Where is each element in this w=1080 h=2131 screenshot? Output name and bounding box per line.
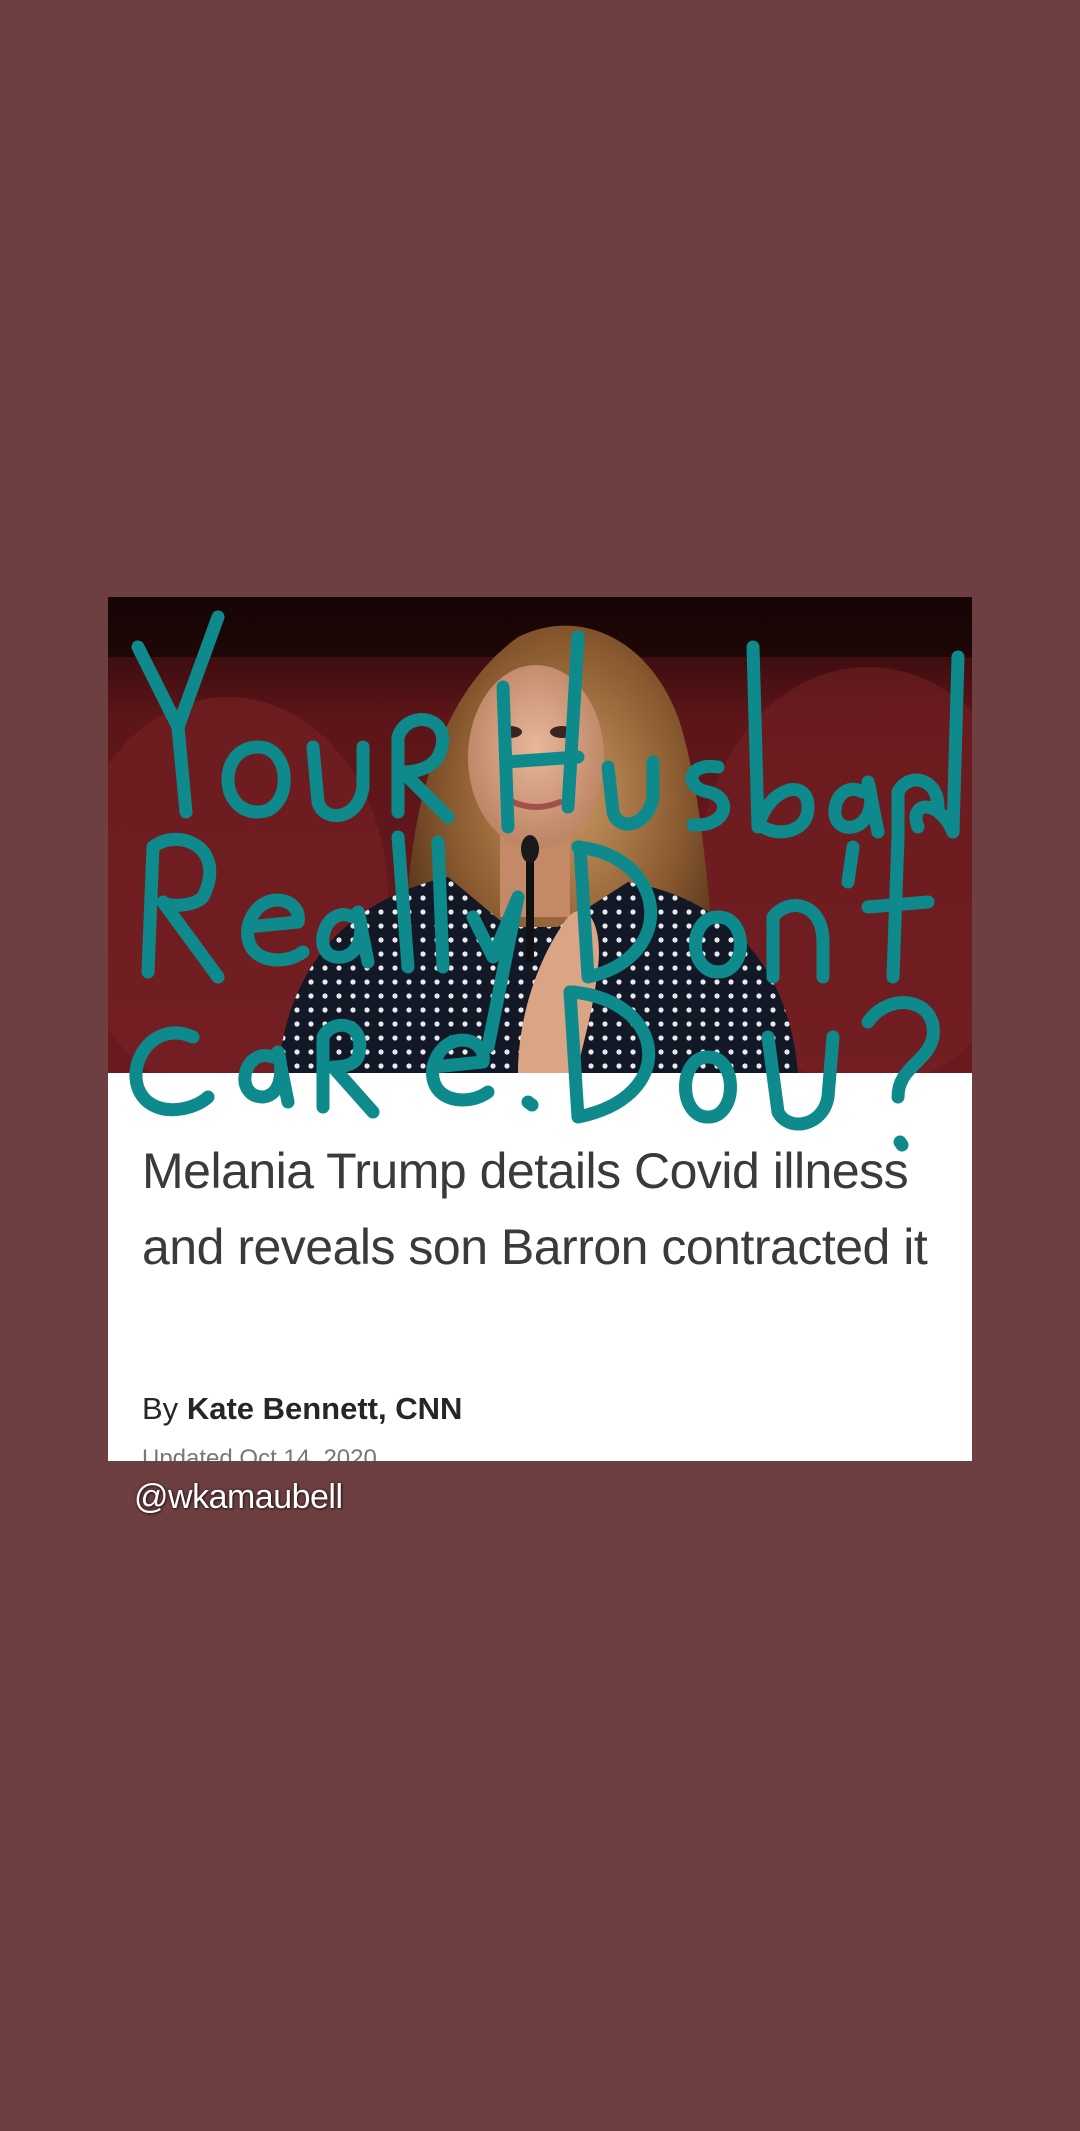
article-photo bbox=[108, 597, 972, 1073]
story-canvas: Melania Trump details Covid illness and … bbox=[0, 0, 1080, 2131]
photo-illustration bbox=[108, 597, 972, 1073]
article-card[interactable]: Melania Trump details Covid illness and … bbox=[108, 597, 972, 1461]
article-headline[interactable]: Melania Trump details Covid illness and … bbox=[142, 1133, 942, 1285]
article-updated-date: Updated Oct 14, 2020 bbox=[142, 1445, 377, 1461]
byline-prefix: By bbox=[142, 1391, 179, 1426]
byline-author[interactable]: Kate Bennett, CNN bbox=[187, 1391, 463, 1426]
story-username-handle[interactable]: @wkamaubell bbox=[134, 1478, 343, 1517]
article-text-area: Melania Trump details Covid illness and … bbox=[108, 1073, 972, 1461]
article-byline: By Kate Bennett, CNN bbox=[142, 1391, 462, 1427]
